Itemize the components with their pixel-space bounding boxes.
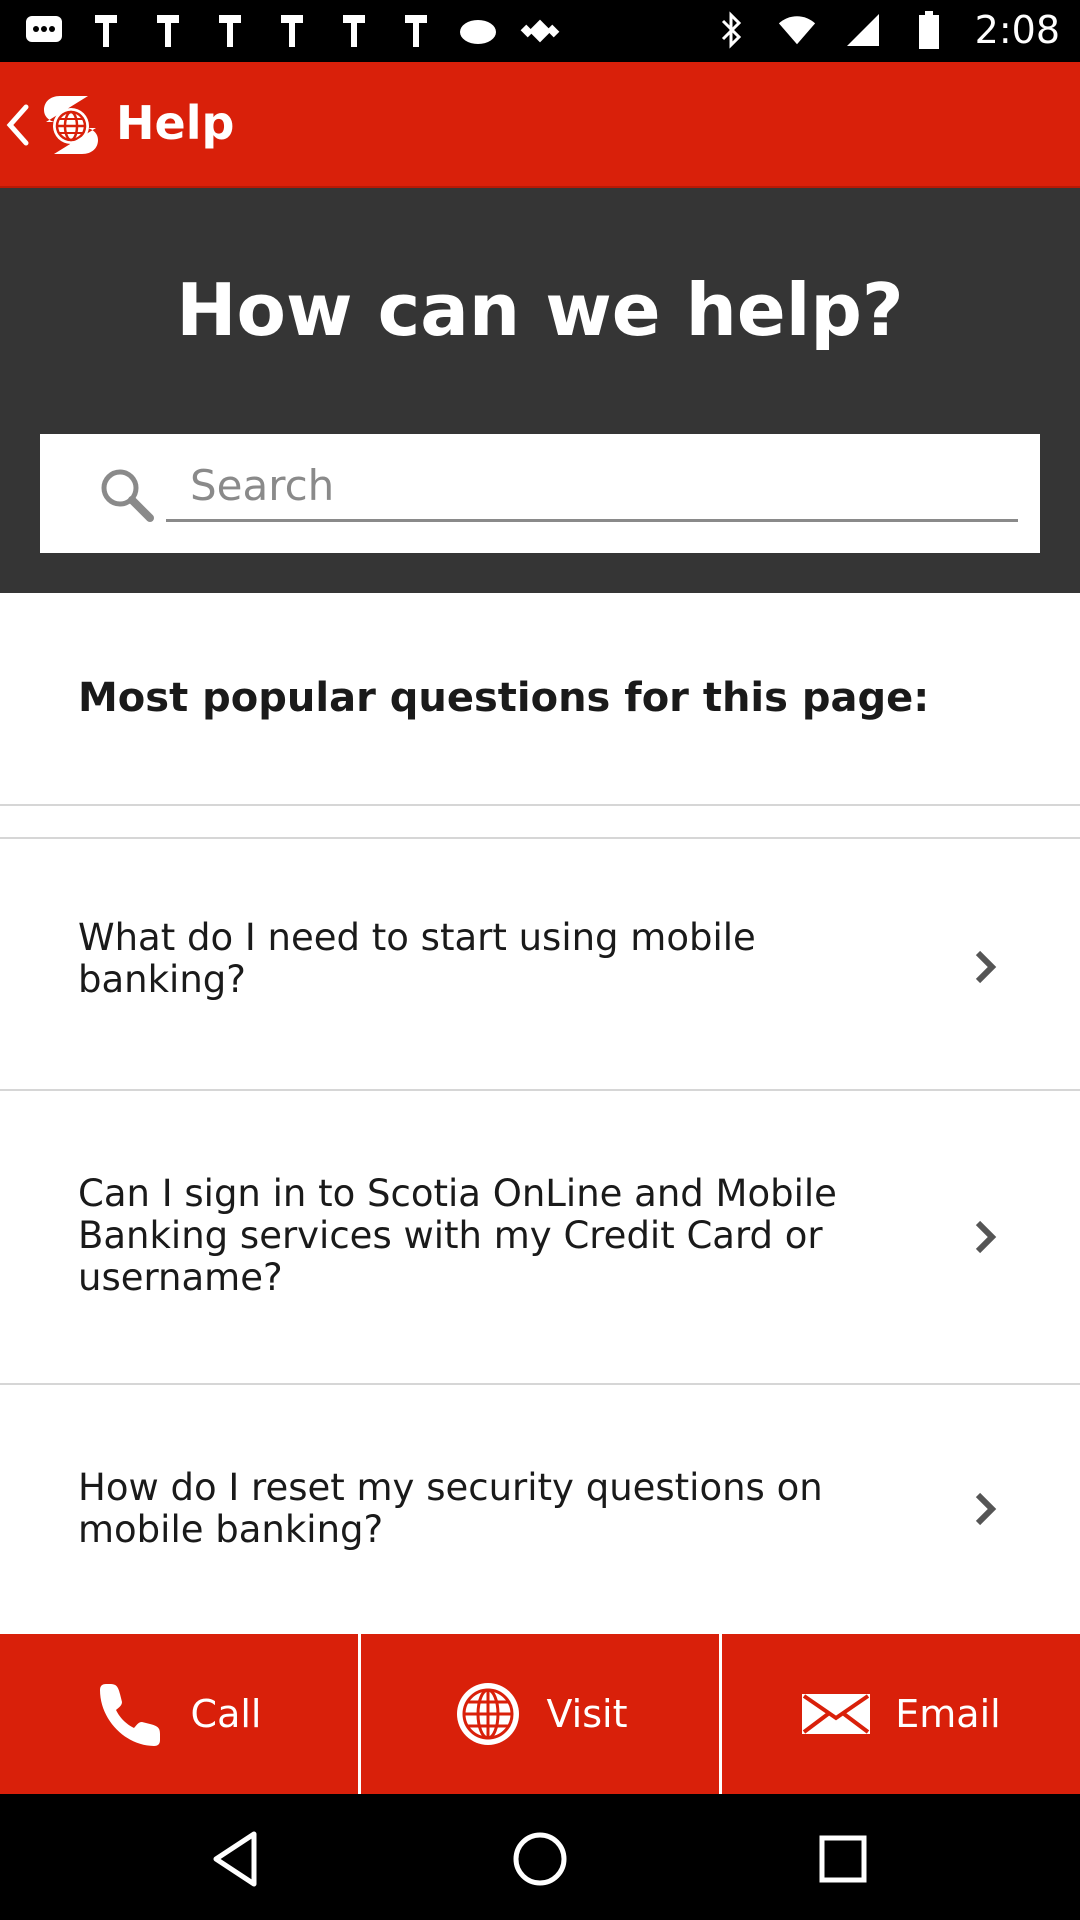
status-bar: 2:08 <box>0 0 1080 62</box>
notification-icon <box>86 10 126 52</box>
fake-gps-icon <box>520 10 560 52</box>
faq-item[interactable]: Can I sign in to Scotia OnLine and Mobil… <box>0 1091 1080 1383</box>
call-button[interactable]: Call <box>0 1634 361 1794</box>
back-nav-icon[interactable] <box>202 1824 272 1894</box>
search-input[interactable] <box>166 452 1018 522</box>
hero-title: How can we help? <box>176 268 904 352</box>
notification-icon <box>396 10 436 52</box>
notification-icon <box>148 10 188 52</box>
back-button[interactable] <box>4 90 40 160</box>
status-time: 2:08 <box>974 8 1060 52</box>
faq-item[interactable]: How do I reset my security questions on … <box>0 1385 1080 1634</box>
app-bar: Help <box>0 62 1080 188</box>
faq-section: Most popular questions for this page: Wh… <box>0 593 1080 1634</box>
recents-nav-icon[interactable] <box>808 1824 878 1894</box>
notification-icon <box>272 10 312 52</box>
visit-button[interactable]: Visit <box>361 1634 722 1794</box>
email-button[interactable]: Email <box>722 1634 1080 1794</box>
battery-icon <box>909 9 949 51</box>
faq-question: What do I need to start using mobile ban… <box>78 916 756 1001</box>
faq-item[interactable]: What do I need to start using mobile ban… <box>0 839 1080 1089</box>
wifi-icon <box>777 9 817 51</box>
email-label: Email <box>895 1692 1001 1736</box>
call-label: Call <box>190 1692 262 1736</box>
bluetooth-icon <box>711 9 751 51</box>
faq-question: How do I reset my security questions on … <box>78 1466 823 1551</box>
chevron-right-icon <box>975 950 997 984</box>
phone-icon <box>97 1679 167 1749</box>
message-icon <box>24 10 64 52</box>
cloud-icon <box>458 10 498 52</box>
globe-icon <box>453 1679 523 1749</box>
help-hero: How can we help? <box>0 188 1080 593</box>
scotiabank-logo-icon[interactable] <box>38 92 104 158</box>
notification-icon <box>334 10 374 52</box>
divider <box>0 804 1080 806</box>
contact-action-bar: Call Visit Email <box>0 1634 1080 1794</box>
faq-question: Can I sign in to Scotia OnLine and Mobil… <box>78 1172 837 1299</box>
section-title: Most popular questions for this page: <box>78 675 930 721</box>
page-title: Help <box>116 96 235 150</box>
system-nav-bar <box>0 1794 1080 1920</box>
search-icon <box>101 469 154 522</box>
back-arrow-icon <box>6 104 29 146</box>
visit-label: Visit <box>546 1692 628 1736</box>
notification-icon <box>210 10 250 52</box>
chevron-right-icon <box>975 1220 997 1254</box>
home-nav-icon[interactable] <box>505 1824 575 1894</box>
search-box <box>40 434 1040 553</box>
chevron-right-icon <box>975 1492 997 1526</box>
signal-icon <box>843 9 883 51</box>
envelope-icon <box>801 1679 871 1749</box>
